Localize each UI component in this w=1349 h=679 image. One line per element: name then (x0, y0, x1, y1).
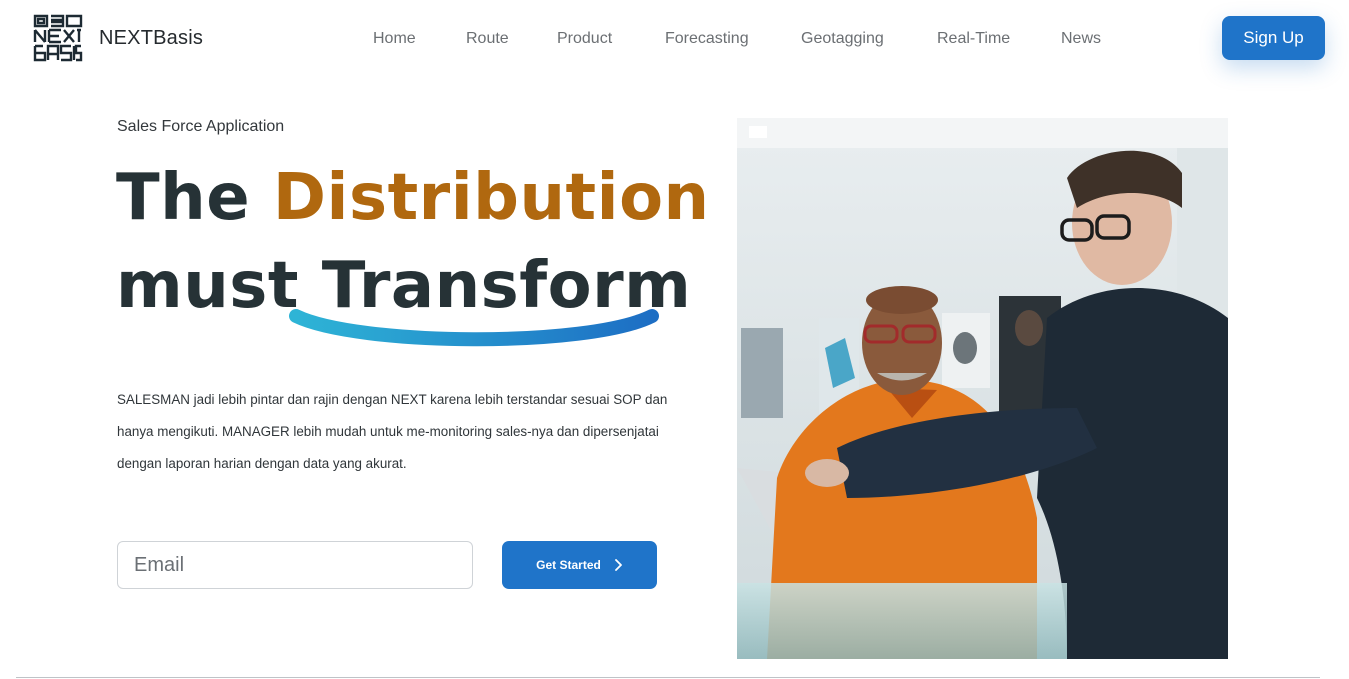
nav-news[interactable]: News (1061, 30, 1101, 48)
nav-product[interactable]: Product (557, 30, 612, 48)
bottom-divider (16, 677, 1320, 678)
nav-home[interactable]: Home (373, 30, 416, 48)
chevron-right-icon (614, 559, 622, 571)
hero-photo (737, 118, 1228, 659)
nav-route[interactable]: Route (466, 30, 509, 48)
headline-prefix: The (116, 161, 273, 235)
main-nav: Home Route Product Forecasting Geotaggin… (0, 30, 1349, 52)
email-input[interactable] (117, 541, 473, 589)
headline-underline-swoosh (289, 309, 659, 347)
sign-up-button[interactable]: Sign Up (1222, 16, 1325, 60)
nav-forecasting[interactable]: Forecasting (665, 30, 749, 48)
hero-eyebrow: Sales Force Application (117, 118, 285, 135)
headline-line-1: The Distribution (116, 166, 710, 230)
nav-geotagging[interactable]: Geotagging (801, 30, 884, 48)
headline-accent: Distribution (272, 161, 710, 235)
hero-description: SALESMAN jadi lebih pintar dan rajin den… (117, 392, 668, 471)
nav-real-time[interactable]: Real-Time (937, 30, 1010, 48)
get-started-label: Get Started (536, 558, 601, 572)
get-started-button[interactable]: Get Started (502, 541, 657, 589)
